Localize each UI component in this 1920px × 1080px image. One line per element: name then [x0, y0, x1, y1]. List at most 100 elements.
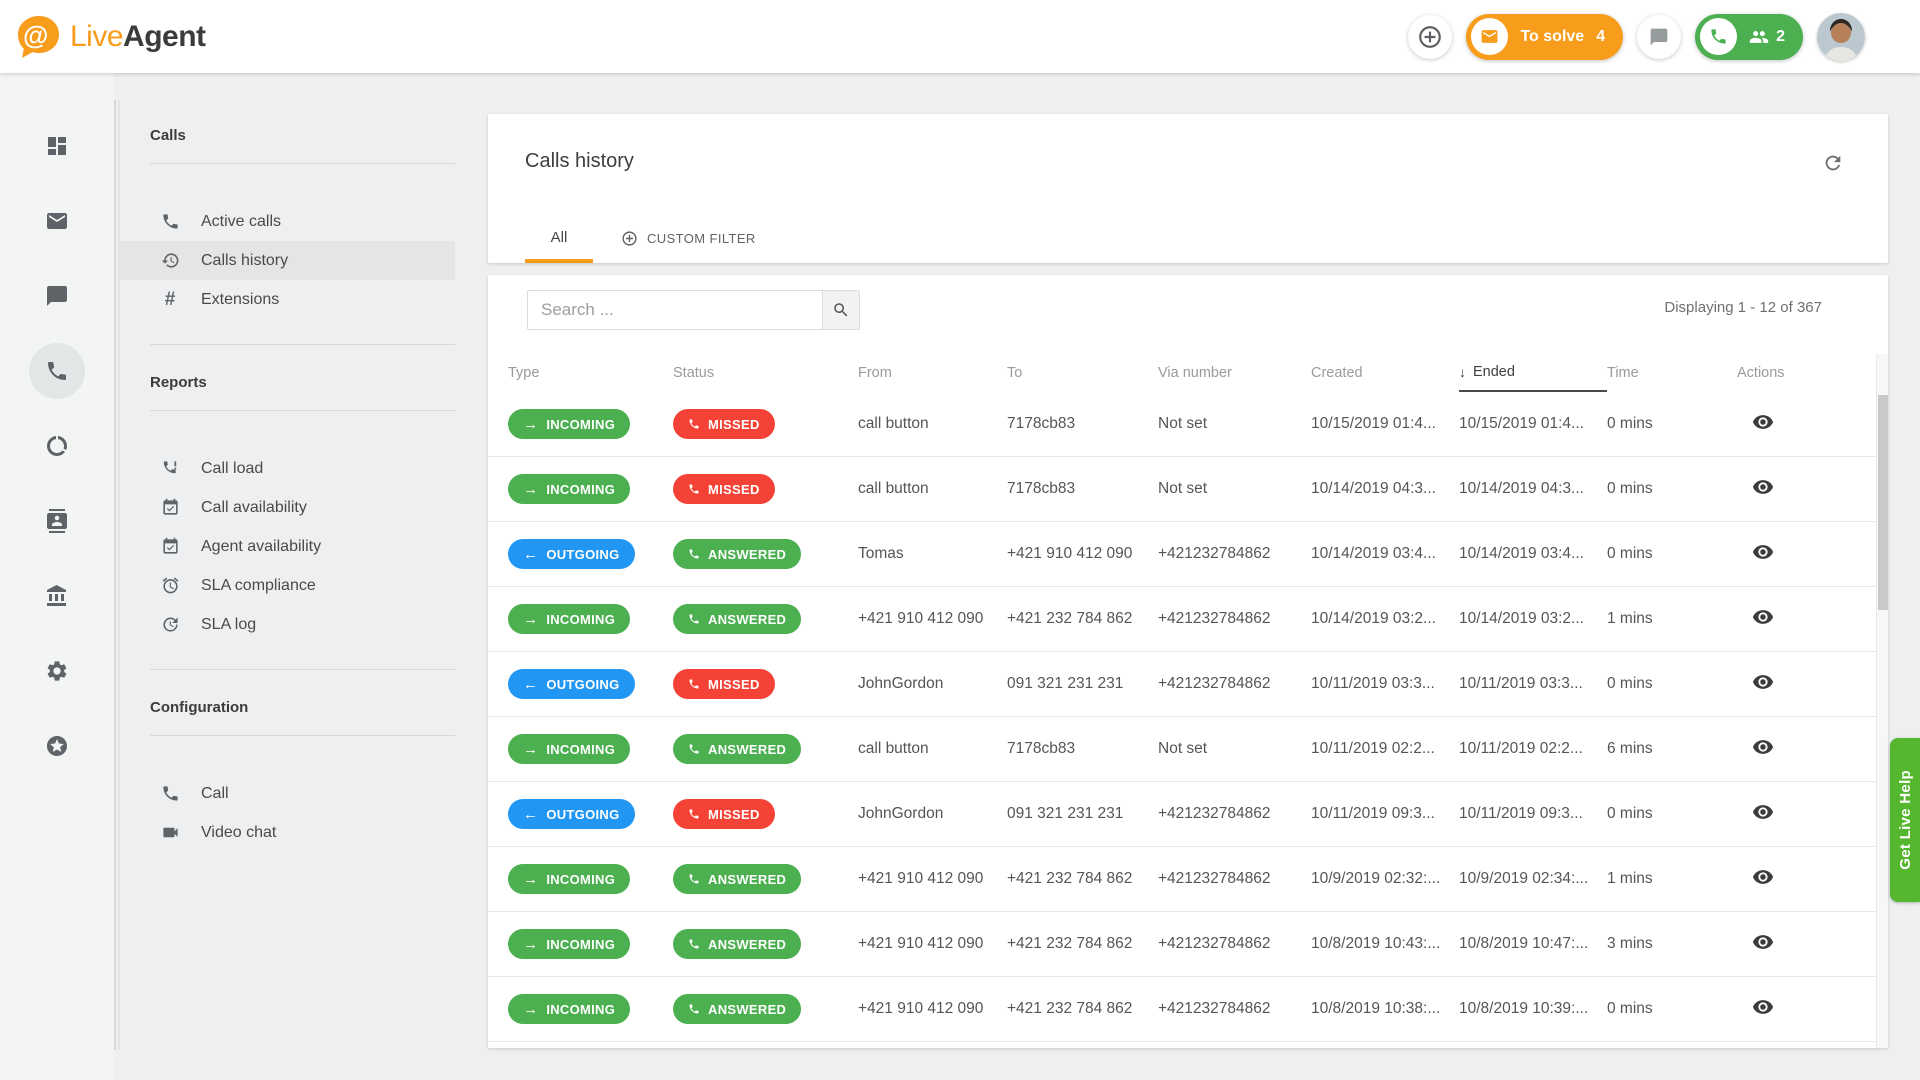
col-type[interactable]: Type [508, 354, 673, 392]
table-row[interactable]: ← OUTGOING MISSED JohnGordon 091 321 231… [488, 652, 1888, 717]
rail-contacts-icon[interactable] [29, 493, 85, 549]
logo-bubble-icon: @ [14, 13, 62, 61]
add-new-button[interactable] [1408, 15, 1452, 59]
user-avatar[interactable] [1817, 13, 1865, 61]
mail-icon [1480, 27, 1499, 46]
table-row[interactable]: ← OUTGOING MISSED JohnGordon 091 321 231… [488, 782, 1888, 847]
tab-all[interactable]: All [525, 215, 593, 263]
rail-billing-icon[interactable] [29, 568, 85, 624]
col-created[interactable]: Created [1311, 354, 1459, 392]
side-nav: Calls Active calls Calls history # Exten… [120, 73, 455, 1080]
table-row[interactable]: → INCOMING ANSWERED call button 7178cb83… [488, 717, 1888, 782]
status-label: ANSWERED [708, 612, 786, 627]
cell-ended: 10/15/2019 01:4... [1459, 415, 1607, 433]
cell-from: +421 910 412 090 [858, 610, 1007, 628]
rail-settings-icon[interactable] [29, 643, 85, 699]
table-row[interactable]: → INCOMING ANSWERED +421 910 412 090 +42… [488, 847, 1888, 912]
calls-online-button[interactable]: 2 [1695, 14, 1803, 60]
status-badge: MISSED [673, 669, 775, 699]
table-row[interactable]: → INCOMING ANSWERED +421 910 412 090 +42… [488, 587, 1888, 652]
col-to[interactable]: To [1007, 354, 1158, 392]
cell-created: 10/11/2019 03:3... [1311, 675, 1459, 693]
calendar-check-icon [160, 498, 180, 518]
rail-calls-icon[interactable] [29, 343, 85, 399]
view-call-button[interactable] [1752, 476, 1774, 498]
nav-item-call-load[interactable]: Call load [120, 449, 455, 488]
nav-item-sla-log[interactable]: SLA log [120, 605, 455, 644]
table-header: Type Status From To Via number Created ↓… [488, 354, 1888, 392]
cell-time: 0 mins [1607, 415, 1722, 433]
table-scrollbar-thumb[interactable] [1878, 395, 1888, 610]
search-icon [832, 301, 850, 319]
chats-button[interactable] [1637, 15, 1681, 59]
table-row[interactable]: ← OUTGOING ANSWERED Tomas +421 910 412 0… [488, 522, 1888, 587]
cell-via: +421232784862 [1158, 545, 1311, 563]
table-row[interactable]: → INCOMING MISSED call button 7178cb83 N… [488, 457, 1888, 522]
phone-icon [160, 212, 180, 232]
nav-item-calls-history[interactable]: Calls history [120, 241, 455, 280]
rail-tickets-icon[interactable] [29, 193, 85, 249]
view-call-button[interactable] [1752, 801, 1774, 823]
view-call-button[interactable] [1752, 736, 1774, 758]
table-row[interactable]: → INCOMING ANSWERED +421 910 412 090 +42… [488, 912, 1888, 977]
view-call-button[interactable] [1752, 606, 1774, 628]
divider [150, 735, 455, 736]
type-label: INCOMING [546, 937, 615, 952]
type-badge: → INCOMING [508, 734, 630, 764]
rail-chat-icon[interactable] [29, 268, 85, 324]
col-ended-sorted[interactable]: ↓ Ended [1459, 354, 1607, 392]
col-via-number[interactable]: Via number [1158, 354, 1311, 392]
direction-arrow-icon: → [523, 612, 538, 627]
nav-section-reports: Reports [150, 374, 455, 391]
nav-item-agent-availability[interactable]: Agent availability [120, 527, 455, 566]
rail-star-icon[interactable] [29, 718, 85, 774]
search-button[interactable] [822, 290, 860, 330]
type-badge: → INCOMING [508, 929, 630, 959]
status-label: ANSWERED [708, 742, 786, 757]
nav-item-sla-compliance[interactable]: SLA compliance [120, 566, 455, 605]
cell-time: 3 mins [1607, 935, 1722, 953]
cell-time: 1 mins [1607, 870, 1722, 888]
col-from[interactable]: From [858, 354, 1007, 392]
phone-icon [688, 1003, 700, 1015]
table-body: → INCOMING MISSED call button 7178cb83 N… [488, 392, 1888, 1042]
search-input[interactable] [527, 290, 822, 330]
view-call-button[interactable] [1752, 996, 1774, 1018]
status-label: ANSWERED [708, 1002, 786, 1017]
cell-time: 0 mins [1607, 805, 1722, 823]
nav-scrollbar-track[interactable] [114, 100, 116, 1050]
cell-created: 10/15/2019 01:4... [1311, 415, 1459, 433]
direction-arrow-icon: → [523, 872, 538, 887]
col-time[interactable]: Time [1607, 354, 1722, 392]
col-status[interactable]: Status [673, 354, 858, 392]
view-call-button[interactable] [1752, 866, 1774, 888]
nav-item-call-availability[interactable]: Call availability [120, 488, 455, 527]
online-agents: 2 [1749, 27, 1785, 47]
cell-ended: 10/14/2019 03:2... [1459, 610, 1607, 628]
get-live-help-button[interactable]: Get Live Help [1890, 738, 1920, 902]
table-scrollbar-track[interactable] [1876, 354, 1888, 1048]
view-call-button[interactable] [1752, 541, 1774, 563]
nav-item-video-chat[interactable]: Video chat [120, 813, 455, 852]
table-row[interactable]: → INCOMING MISSED call button 7178cb83 N… [488, 392, 1888, 457]
view-call-button[interactable] [1752, 411, 1774, 433]
to-solve-button[interactable]: To solve 4 [1466, 14, 1623, 60]
view-call-button[interactable] [1752, 931, 1774, 953]
type-label: INCOMING [546, 742, 615, 757]
to-solve-count: 4 [1596, 28, 1605, 46]
refresh-button[interactable] [1822, 152, 1844, 174]
calls-circle [1700, 18, 1737, 55]
table-row[interactable]: → INCOMING ANSWERED +421 910 412 090 +42… [488, 977, 1888, 1042]
cell-time: 0 mins [1607, 675, 1722, 693]
calls-history-header-card: Calls history All CUSTOM FILTER [488, 114, 1888, 263]
rail-reports-icon[interactable] [29, 418, 85, 474]
nav-section-calls: Calls [150, 127, 455, 144]
cell-via: +421232784862 [1158, 610, 1311, 628]
nav-item-extensions[interactable]: # Extensions [120, 280, 455, 319]
tab-custom-filter[interactable]: CUSTOM FILTER [621, 215, 756, 263]
rail-dashboard-icon[interactable] [29, 118, 85, 174]
nav-item-active-calls[interactable]: Active calls [120, 202, 455, 241]
nav-item-call[interactable]: Call [120, 774, 455, 813]
direction-arrow-icon: → [523, 1002, 538, 1017]
view-call-button[interactable] [1752, 671, 1774, 693]
